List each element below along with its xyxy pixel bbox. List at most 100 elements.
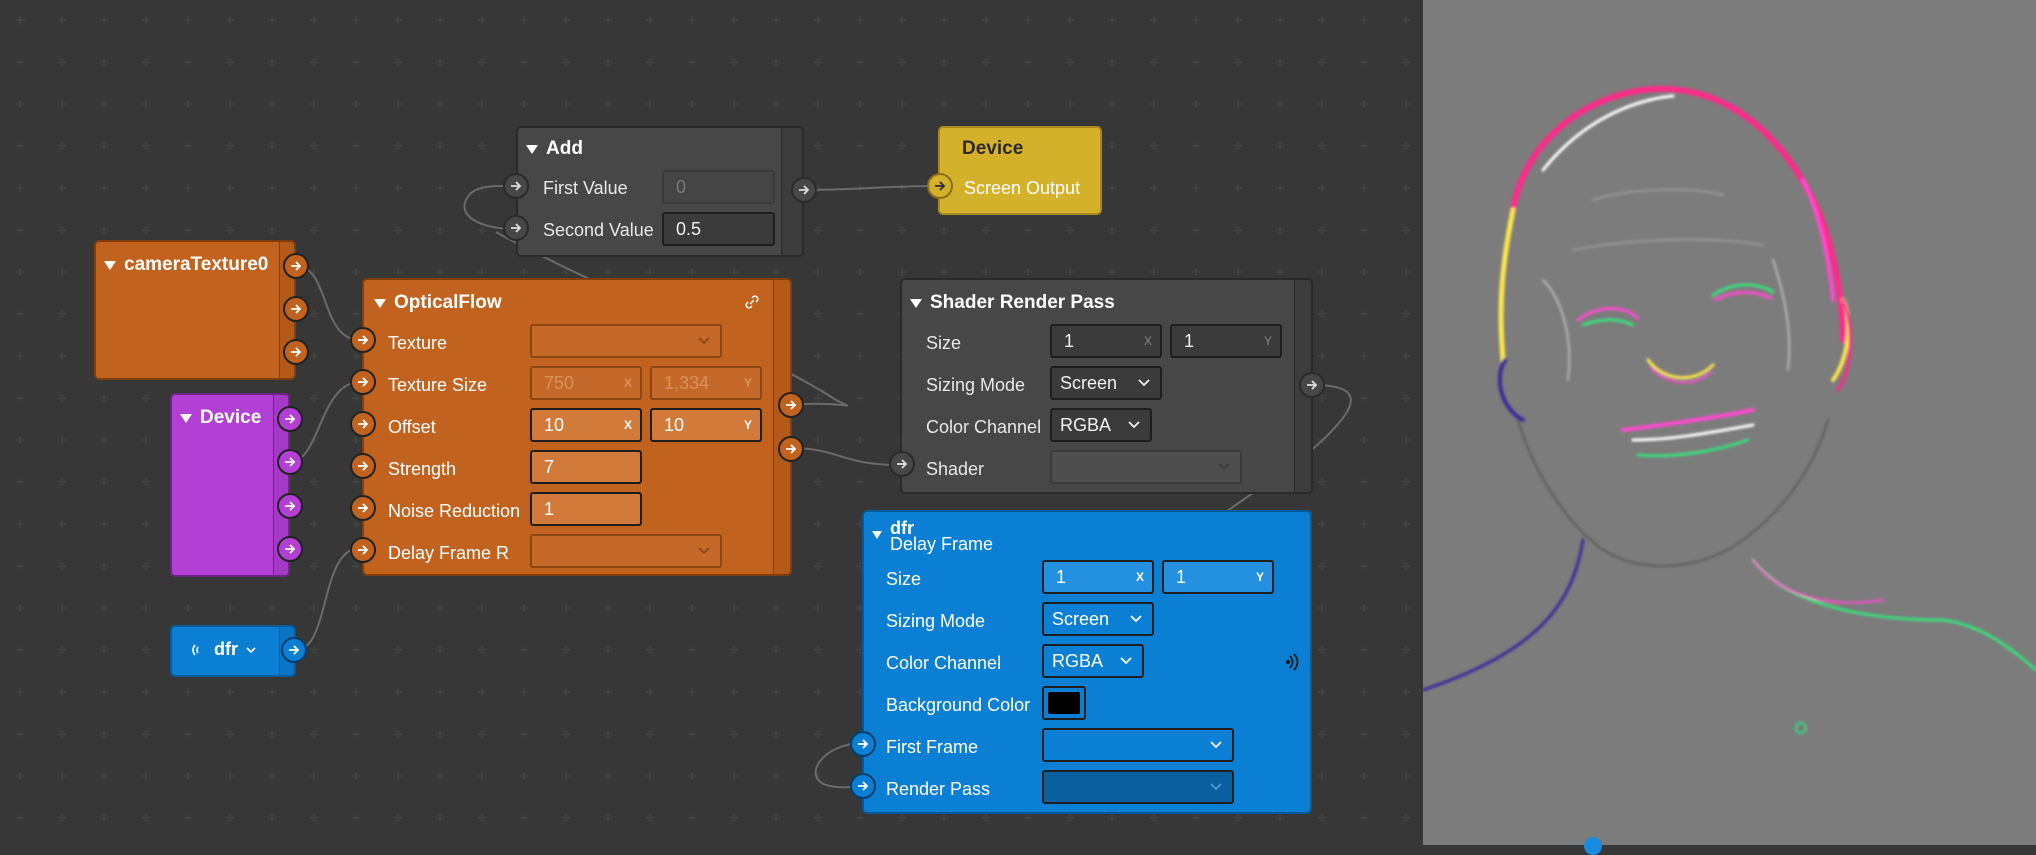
arrow-right-icon: [358, 503, 369, 513]
add-first-value-input-port[interactable]: [503, 173, 529, 199]
offset-y-field[interactable]: 10 Y: [650, 408, 762, 442]
df-first-frame-dropdown[interactable]: [1042, 728, 1234, 762]
add-node-header[interactable]: Add: [526, 138, 583, 160]
arrow-right-icon: [858, 739, 869, 749]
df-size-y-field[interactable]: 1Y: [1162, 560, 1274, 594]
shader-input-port[interactable]: [889, 451, 915, 477]
shader-render-pass-node[interactable]: Shader Render Pass Size 1X 1Y Sizing Mod…: [900, 278, 1313, 494]
patch-editor-canvas[interactable]: Add First Value 0 Second Value 0.5 Devic…: [0, 0, 1423, 848]
texture-dropdown[interactable]: [530, 324, 722, 358]
collapse-triangle-icon[interactable]: [526, 144, 538, 154]
size-label: Size: [926, 333, 962, 353]
camera-texture-output-port-3[interactable]: [283, 339, 309, 365]
timeline-scrubber-handle[interactable]: [1584, 837, 1602, 855]
dfr-receiver-output-port[interactable]: [281, 637, 307, 663]
collapse-triangle-icon[interactable]: [374, 298, 386, 308]
broadcast-icon[interactable]: [1285, 653, 1301, 671]
first-value-label: First Value: [543, 178, 628, 198]
preview-viewport[interactable]: [1423, 0, 2036, 855]
texture-size-input-port[interactable]: [350, 369, 376, 395]
delay-frame-input-port[interactable]: [350, 537, 376, 563]
screen-output-input-port[interactable]: [927, 173, 953, 199]
device-output-port-4[interactable]: [277, 536, 303, 562]
df-color-channel-select[interactable]: RGBA: [1042, 644, 1144, 678]
df-size-x-field[interactable]: 1X: [1042, 560, 1154, 594]
shader-dropdown[interactable]: [1050, 450, 1242, 484]
arrow-right-icon: [358, 335, 369, 345]
device-node-header[interactable]: Device: [180, 407, 261, 429]
device-output-title: Device: [962, 138, 1024, 159]
df-background-color-swatch[interactable]: [1042, 686, 1086, 720]
second-value-field[interactable]: 0.5: [662, 212, 775, 246]
texture-input-port[interactable]: [350, 327, 376, 353]
device-output-port-2[interactable]: [277, 449, 303, 475]
optical-flow-node[interactable]: OpticalFlow Texture Texture Size 750 X 1,…: [362, 278, 792, 576]
noise-reduction-field[interactable]: 1: [530, 492, 642, 526]
device-output-port-3[interactable]: [277, 493, 303, 519]
dfr-receiver-header[interactable]: dfr: [190, 639, 256, 660]
chevron-down-icon: [1130, 615, 1142, 623]
texture-size-x-field[interactable]: 750 X: [530, 366, 642, 400]
arrow-right-icon: [358, 419, 369, 429]
df-color-channel-label: Color Channel: [886, 653, 1002, 673]
delay-frame-subtitle: Delay Frame: [890, 534, 994, 554]
optical-flow-header[interactable]: OpticalFlow: [374, 292, 502, 314]
optical-flow-output-port-2[interactable]: [778, 436, 804, 462]
arrow-right-icon: [358, 461, 369, 471]
device-node[interactable]: Device: [170, 393, 290, 577]
collapse-triangle-icon[interactable]: [104, 260, 116, 270]
device-output-header[interactable]: Device: [962, 138, 1023, 160]
arrow-right-icon: [511, 223, 522, 233]
color-channel-label: Color Channel: [926, 417, 1042, 437]
optical-flow-output-port-1[interactable]: [778, 392, 804, 418]
arrow-right-icon: [285, 544, 296, 554]
add-output-port[interactable]: [791, 177, 817, 203]
broadcast-icon: [192, 644, 199, 655]
arrow-right-icon: [289, 645, 300, 655]
shader-size-y-field[interactable]: 1Y: [1170, 324, 1282, 358]
noise-reduction-input-port[interactable]: [350, 495, 376, 521]
camera-texture-output-port-1[interactable]: [283, 253, 309, 279]
df-sizing-mode-select[interactable]: Screen: [1042, 602, 1154, 636]
camera-texture-header[interactable]: cameraTexture0: [104, 254, 268, 276]
chevron-down-icon: [1218, 463, 1230, 471]
collapse-triangle-icon[interactable]: [872, 530, 882, 539]
device-output-node[interactable]: Device Screen Output: [938, 126, 1102, 215]
offset-x-field[interactable]: 10 X: [530, 408, 642, 442]
arrow-right-icon: [358, 377, 369, 387]
add-node[interactable]: Add First Value 0 Second Value 0.5: [516, 126, 804, 257]
delay-frame-node[interactable]: dfr Delay Frame Size 1X 1Y Sizing Mode S…: [862, 510, 1312, 814]
link-icon[interactable]: [744, 294, 760, 310]
df-render-pass-input-port[interactable]: [850, 773, 876, 799]
shader-size-x-field[interactable]: 1X: [1050, 324, 1162, 358]
df-size-label: Size: [886, 569, 922, 589]
device-output-port-1[interactable]: [277, 406, 303, 432]
chevron-down-icon[interactable]: [246, 645, 256, 655]
arrow-right-icon: [935, 181, 946, 191]
device-node-title: Device: [200, 407, 262, 428]
offset-label: Offset: [388, 417, 436, 437]
optical-flow-title: OpticalFlow: [394, 292, 502, 313]
strength-field[interactable]: 7: [530, 450, 642, 484]
color-channel-select[interactable]: RGBA: [1050, 408, 1152, 442]
df-first-frame-input-port[interactable]: [850, 731, 876, 757]
collapse-triangle-icon[interactable]: [180, 413, 192, 423]
add-second-value-input-port[interactable]: [503, 215, 529, 241]
sizing-mode-select[interactable]: Screen: [1050, 366, 1162, 400]
texture-size-y-field[interactable]: 1,334 Y: [650, 366, 762, 400]
camera-texture-output-port-2[interactable]: [283, 296, 309, 322]
camera-texture-node[interactable]: cameraTexture0: [94, 240, 296, 380]
shader-render-pass-output-port[interactable]: [1299, 372, 1325, 398]
delay-frame-dropdown[interactable]: [530, 534, 722, 568]
df-render-pass-label: Render Pass: [886, 779, 991, 799]
first-value-field[interactable]: 0: [662, 170, 775, 204]
df-render-pass-dropdown[interactable]: [1042, 770, 1234, 804]
df-first-frame-label: First Frame: [886, 737, 978, 757]
strength-input-port[interactable]: [350, 453, 376, 479]
shader-render-pass-header[interactable]: Shader Render Pass: [910, 292, 1115, 314]
dfr-receiver-node[interactable]: dfr: [170, 625, 296, 677]
collapse-triangle-icon[interactable]: [910, 298, 922, 308]
dfr-receiver-title: dfr: [214, 639, 238, 659]
offset-input-port[interactable]: [350, 411, 376, 437]
chevron-down-icon: [698, 337, 710, 345]
